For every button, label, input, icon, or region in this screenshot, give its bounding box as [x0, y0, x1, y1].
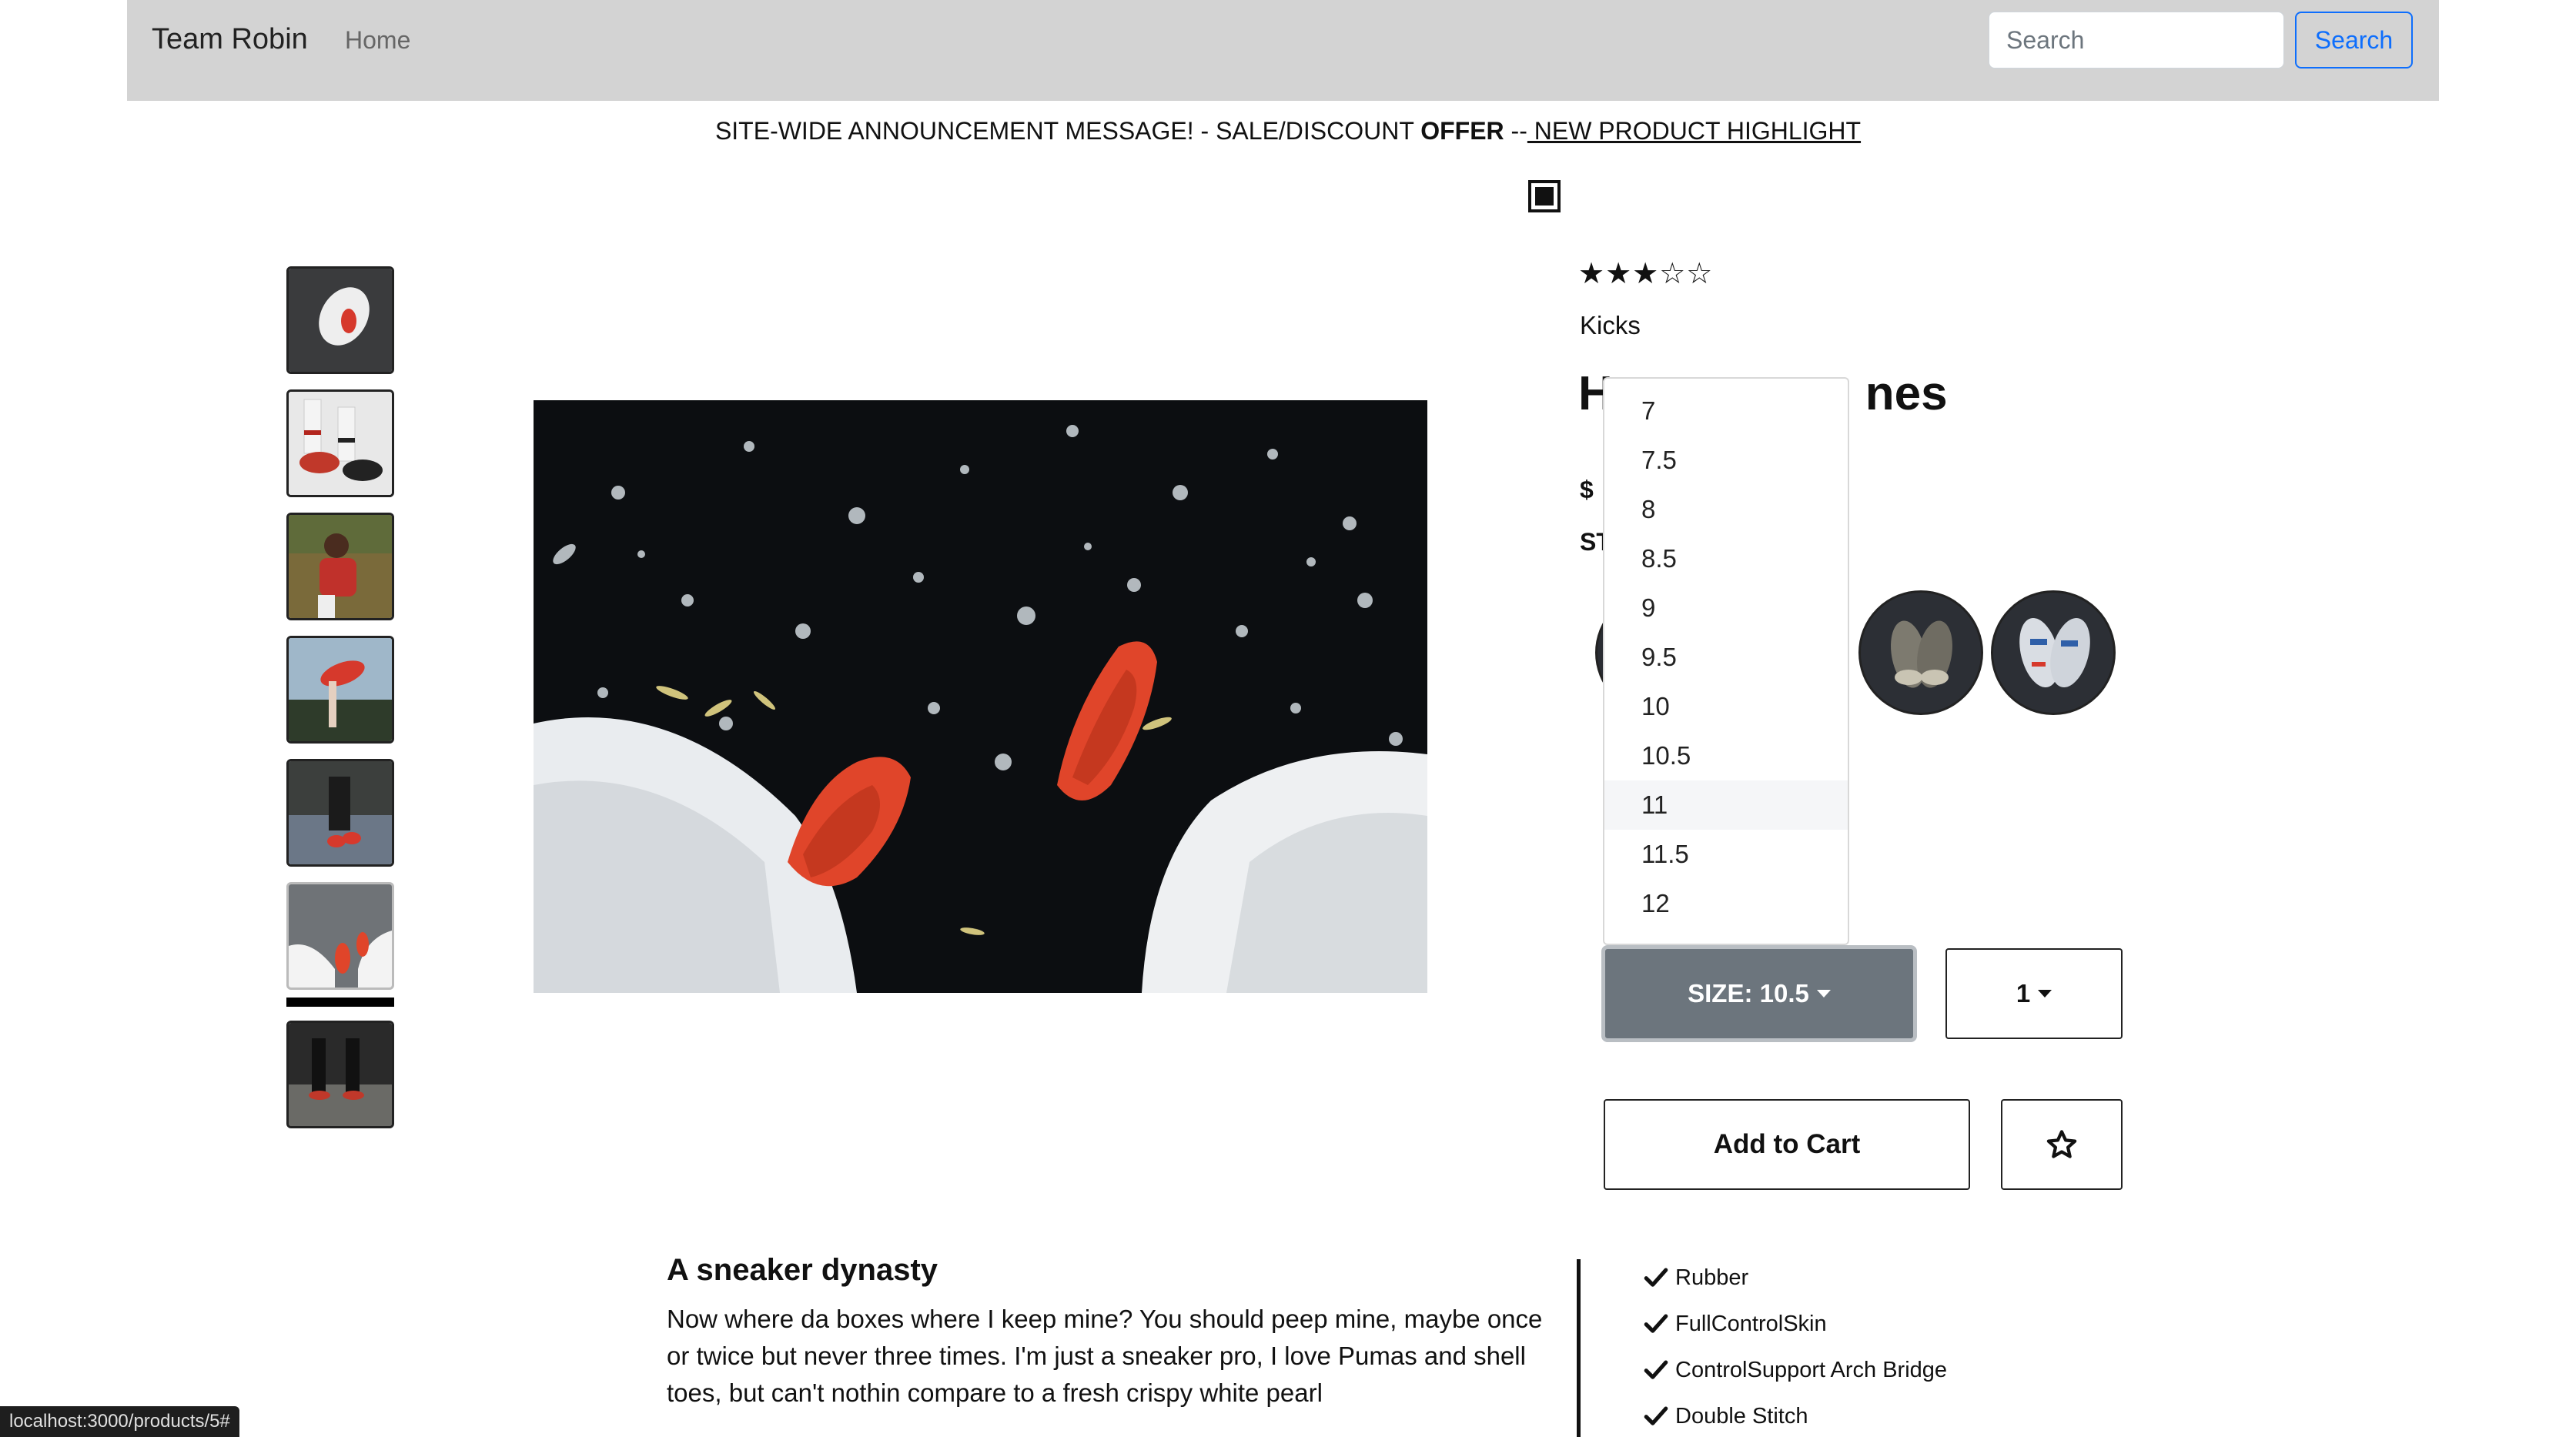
thumbnail-6-selected[interactable] — [286, 882, 394, 990]
description-title: A sneaker dynasty — [667, 1253, 938, 1287]
quantity-select-button[interactable]: 1 — [1945, 948, 2123, 1039]
star-outline-icon — [2046, 1130, 2077, 1158]
style-swatch-3[interactable] — [1858, 590, 1983, 715]
main-product-image[interactable] — [534, 400, 1427, 993]
size-option[interactable]: 11.5 — [1604, 830, 1848, 879]
checkmark-icon — [1644, 1314, 1668, 1333]
style-swatch-4[interactable] — [1991, 590, 2116, 715]
vertical-divider — [1577, 1259, 1581, 1437]
feature-label: Rubber — [1675, 1265, 1749, 1290]
size-dropdown-menu: 7 7.5 8 8.5 9 9.5 10 10.5 11 11.5 12 — [1603, 377, 1849, 945]
search-input[interactable] — [1989, 12, 2284, 69]
description-body: Now where da boxes where I keep mine? Yo… — [667, 1305, 1543, 1407]
quantity-select-label: 1 — [2016, 979, 2031, 1008]
feature-label: Double Stitch — [1675, 1403, 1808, 1429]
size-option[interactable]: 8 — [1604, 485, 1848, 534]
feature-item: Rubber — [1643, 1255, 1947, 1301]
add-to-cart-button[interactable]: Add to Cart — [1604, 1099, 1970, 1190]
size-option[interactable]: 8.5 — [1604, 534, 1848, 583]
size-option-hovered[interactable]: 11 — [1604, 780, 1848, 830]
site-announcement: SITE-WIDE ANNOUNCEMENT MESSAGE! - SALE/D… — [0, 117, 2576, 145]
thumbnail-2[interactable] — [286, 389, 394, 497]
chevron-down-icon — [1816, 990, 1831, 998]
selected-thumbnail-indicator — [286, 998, 394, 1007]
size-option[interactable]: 9.5 — [1604, 633, 1848, 682]
product-category: Kicks — [1580, 311, 1641, 339]
thumbnail-4[interactable] — [286, 636, 394, 744]
feature-item: Double Stitch — [1643, 1393, 1947, 1437]
thumbnail-7[interactable] — [286, 1021, 394, 1128]
expand-view-icon[interactable] — [1528, 180, 1561, 212]
product-rating-stars: ★★★☆☆ — [1578, 258, 1714, 290]
feature-label: FullControlSkin — [1675, 1311, 1827, 1336]
size-option[interactable]: 10 — [1604, 682, 1848, 731]
thumbnail-5[interactable] — [286, 759, 394, 867]
size-option[interactable]: 7 — [1604, 386, 1848, 436]
nav-link-home[interactable]: Home — [345, 26, 410, 55]
product-price: $ — [1580, 476, 1594, 503]
product-title-end: nes — [1865, 367, 1948, 420]
announcement-text: SITE-WIDE ANNOUNCEMENT MESSAGE! - SALE/D… — [714, 117, 1421, 145]
feature-item: FullControlSkin — [1643, 1301, 1947, 1347]
top-navbar: Team Robin Home Search — [127, 0, 2439, 101]
size-option[interactable]: 9 — [1604, 583, 1848, 633]
new-product-highlight-link[interactable]: NEW PRODUCT HIGHLIGHT — [1527, 117, 1861, 145]
chevron-down-icon — [2038, 990, 2052, 998]
thumbnail-1[interactable] — [286, 266, 394, 374]
announcement-separator: -- — [1504, 117, 1527, 145]
checkmark-icon — [1644, 1406, 1668, 1425]
checkmark-icon — [1644, 1268, 1668, 1287]
feature-item: ControlSupport Arch Bridge — [1643, 1347, 1947, 1393]
thumbnail-3[interactable] — [286, 513, 394, 620]
browser-status-url: localhost:3000/products/5# — [0, 1406, 239, 1437]
size-select-label: SIZE: 10.5 — [1688, 979, 1809, 1008]
search-button[interactable]: Search — [2295, 12, 2413, 69]
checkmark-icon — [1644, 1360, 1668, 1379]
size-option[interactable]: 12 — [1604, 879, 1848, 928]
add-to-outfit-button[interactable] — [2001, 1099, 2123, 1190]
size-select-button[interactable]: SIZE: 10.5 — [1601, 945, 1917, 1042]
announcement-offer: OFFER — [1420, 117, 1504, 145]
size-option[interactable]: 7.5 — [1604, 436, 1848, 485]
size-option[interactable]: 10.5 — [1604, 731, 1848, 780]
feature-list: Rubber FullControlSkin ControlSupport Ar… — [1643, 1255, 1947, 1437]
feature-label: ControlSupport Arch Bridge — [1675, 1357, 1948, 1382]
brand-logo[interactable]: Team Robin — [152, 23, 308, 56]
